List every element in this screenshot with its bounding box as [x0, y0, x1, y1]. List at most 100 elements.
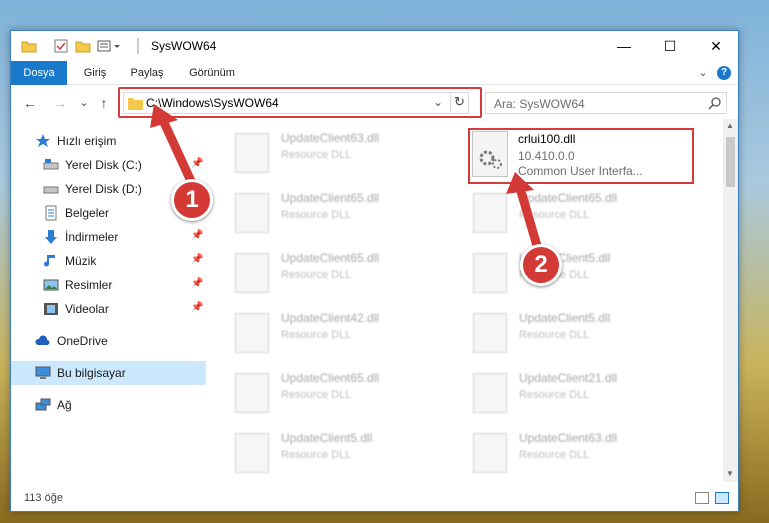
file-name: UpdateClient5.dll — [281, 431, 373, 445]
file-type: Resource DLL — [519, 329, 590, 341]
file-item[interactable]: UpdateClient65.dll Resource DLL — [215, 365, 445, 419]
file-item[interactable]: UpdateClient5.dll Resource DLL — [215, 425, 445, 479]
ribbon-expand-button[interactable]: ⌄ — [695, 61, 711, 85]
title-bar: SysWOW64 — ☐ ✕ — [11, 31, 738, 61]
tab-share[interactable]: Paylaş — [123, 61, 171, 85]
sidebar-item-this-pc[interactable]: Bu bilgisayar — [11, 361, 206, 385]
tab-view[interactable]: Görünüm — [181, 61, 243, 85]
sidebar-item-label: OneDrive — [57, 334, 108, 348]
vertical-scrollbar[interactable]: ▲ ▼ — [723, 119, 738, 482]
folder-icon — [21, 38, 37, 54]
file-type: Resource DLL — [281, 329, 352, 341]
forward-button[interactable]: → — [51, 94, 69, 112]
maximize-button[interactable]: ☐ — [647, 31, 693, 61]
up-button[interactable]: ↑ — [95, 94, 113, 112]
scroll-up-icon[interactable]: ▲ — [726, 121, 734, 130]
explorer-window: SysWOW64 — ☐ ✕ Dosya Giriş Paylaş Görünü… — [10, 30, 739, 512]
scrollbar-thumb[interactable] — [726, 137, 735, 187]
file-name: UpdateClient63.dll — [281, 131, 380, 145]
sidebar-item-label: Müzik — [65, 254, 97, 268]
tab-file[interactable]: Dosya — [11, 61, 67, 85]
dll-file-icon — [235, 313, 269, 353]
file-item[interactable]: UpdateClient5.dll Resource DLL — [453, 305, 683, 359]
sidebar-item-network[interactable]: Ağ — [11, 393, 206, 417]
status-bar: 113 öğe — [11, 483, 738, 511]
recent-locations-button[interactable]: ⌄ — [75, 94, 93, 112]
download-icon — [43, 229, 59, 245]
sidebar-item-quick-access[interactable]: Hızlı erişim — [11, 129, 206, 153]
cloud-icon — [35, 333, 51, 349]
minimize-button[interactable]: — — [601, 31, 647, 61]
drive-icon — [43, 181, 59, 197]
tab-home[interactable]: Giriş — [73, 61, 117, 85]
item-count: 113 öğe — [24, 492, 63, 504]
file-name: UpdateClient65.dll — [281, 191, 380, 205]
dll-file-icon — [235, 193, 269, 233]
sidebar-item-pictures[interactable]: Resimler 📌 — [11, 273, 206, 297]
separator-icon — [137, 38, 139, 54]
large-icons-view-icon[interactable] — [715, 492, 729, 504]
file-item[interactable]: UpdateClient63.dll Resource DLL — [215, 125, 445, 179]
window-title: SysWOW64 — [151, 39, 217, 53]
sidebar-item-videos[interactable]: Videolar 📌 — [11, 297, 206, 321]
target-file-name[interactable]: crlui100.dll — [518, 132, 575, 146]
file-item[interactable]: UpdateClient65.dll Resource DLL — [215, 245, 445, 299]
file-item[interactable]: UpdateClient5.dll Resource DLL — [453, 245, 683, 299]
close-button[interactable]: ✕ — [693, 31, 739, 61]
sidebar-item-downloads[interactable]: İndirmeler 📌 — [11, 225, 206, 249]
dll-file-icon — [473, 253, 507, 293]
documents-icon — [43, 205, 59, 221]
file-type: Resource DLL — [519, 389, 590, 401]
file-type: Resource DLL — [281, 449, 352, 461]
search-icon[interactable] — [708, 96, 722, 110]
file-type: Resource DLL — [281, 149, 352, 161]
ribbon-tabs: Dosya Giriş Paylaş Görünüm ⌄ ? — [11, 61, 738, 85]
file-type: Resource DLL — [519, 449, 590, 461]
file-item[interactable]: UpdateClient63.dll Resource DLL — [453, 425, 683, 479]
navigation-bar: ← → ⌄ ↑ C:\Windows\SysWOW64 ⌄ ↻ Ara: Sys… — [11, 85, 738, 119]
drive-icon — [43, 157, 59, 173]
dll-file-icon — [473, 193, 507, 233]
file-item[interactable]: UpdateClient21.dll Resource DLL — [453, 365, 683, 419]
sidebar-item-disk-c[interactable]: Yerel Disk (C:) 📌 — [11, 153, 206, 177]
file-name: UpdateClient21.dll — [519, 371, 618, 385]
sidebar-item-onedrive[interactable]: OneDrive — [11, 329, 206, 353]
pin-icon: 📌 — [191, 230, 204, 241]
help-icon[interactable]: ? — [717, 66, 731, 80]
file-name: UpdateClient65.dll — [519, 191, 618, 205]
pictures-icon — [43, 277, 59, 293]
scroll-down-icon[interactable]: ▼ — [726, 469, 734, 478]
sidebar-item-label: Videolar — [65, 302, 109, 316]
file-type: Resource DLL — [281, 209, 352, 221]
sidebar-item-label: Resimler — [65, 278, 113, 292]
file-item[interactable]: UpdateClient65.dll Resource DLL — [215, 185, 445, 239]
file-item[interactable]: UpdateClient42.dll Resource DLL — [215, 305, 445, 359]
dll-file-icon[interactable] — [472, 131, 508, 177]
sidebar-item-label: İndirmeler — [65, 230, 119, 244]
back-button[interactable]: ← — [21, 94, 39, 112]
dll-file-icon — [473, 373, 507, 413]
dll-file-icon — [235, 373, 269, 413]
properties-icon[interactable] — [53, 38, 69, 54]
dll-file-icon — [235, 433, 269, 473]
sidebar-item-music[interactable]: Müzik 📌 — [11, 249, 206, 273]
file-type: Resource DLL — [519, 209, 590, 221]
file-name: UpdateClient65.dll — [281, 371, 380, 385]
step-2-badge: 2 — [520, 244, 562, 286]
pin-icon: 📌 — [191, 302, 204, 313]
pin-icon: 📌 — [191, 158, 204, 169]
search-input[interactable]: Ara: SysWOW64 — [485, 92, 727, 114]
step-1-badge: 1 — [171, 179, 213, 221]
target-file-version: 10.410.0.0 — [518, 149, 575, 163]
sidebar-item-label: Yerel Disk (D:) — [65, 182, 142, 196]
customize-toolbar-icon[interactable] — [97, 38, 120, 54]
file-name: UpdateClient5.dll — [519, 311, 611, 325]
file-item[interactable]: UpdateClient65.dll Resource DLL — [453, 185, 683, 239]
dll-file-icon — [473, 313, 507, 353]
file-type: Resource DLL — [281, 389, 352, 401]
details-view-icon[interactable] — [695, 492, 709, 504]
file-name: UpdateClient65.dll — [281, 251, 380, 265]
sidebar-item-label: Yerel Disk (C:) — [65, 158, 142, 172]
pin-icon: 📌 — [191, 254, 204, 265]
new-folder-icon[interactable] — [75, 38, 91, 54]
